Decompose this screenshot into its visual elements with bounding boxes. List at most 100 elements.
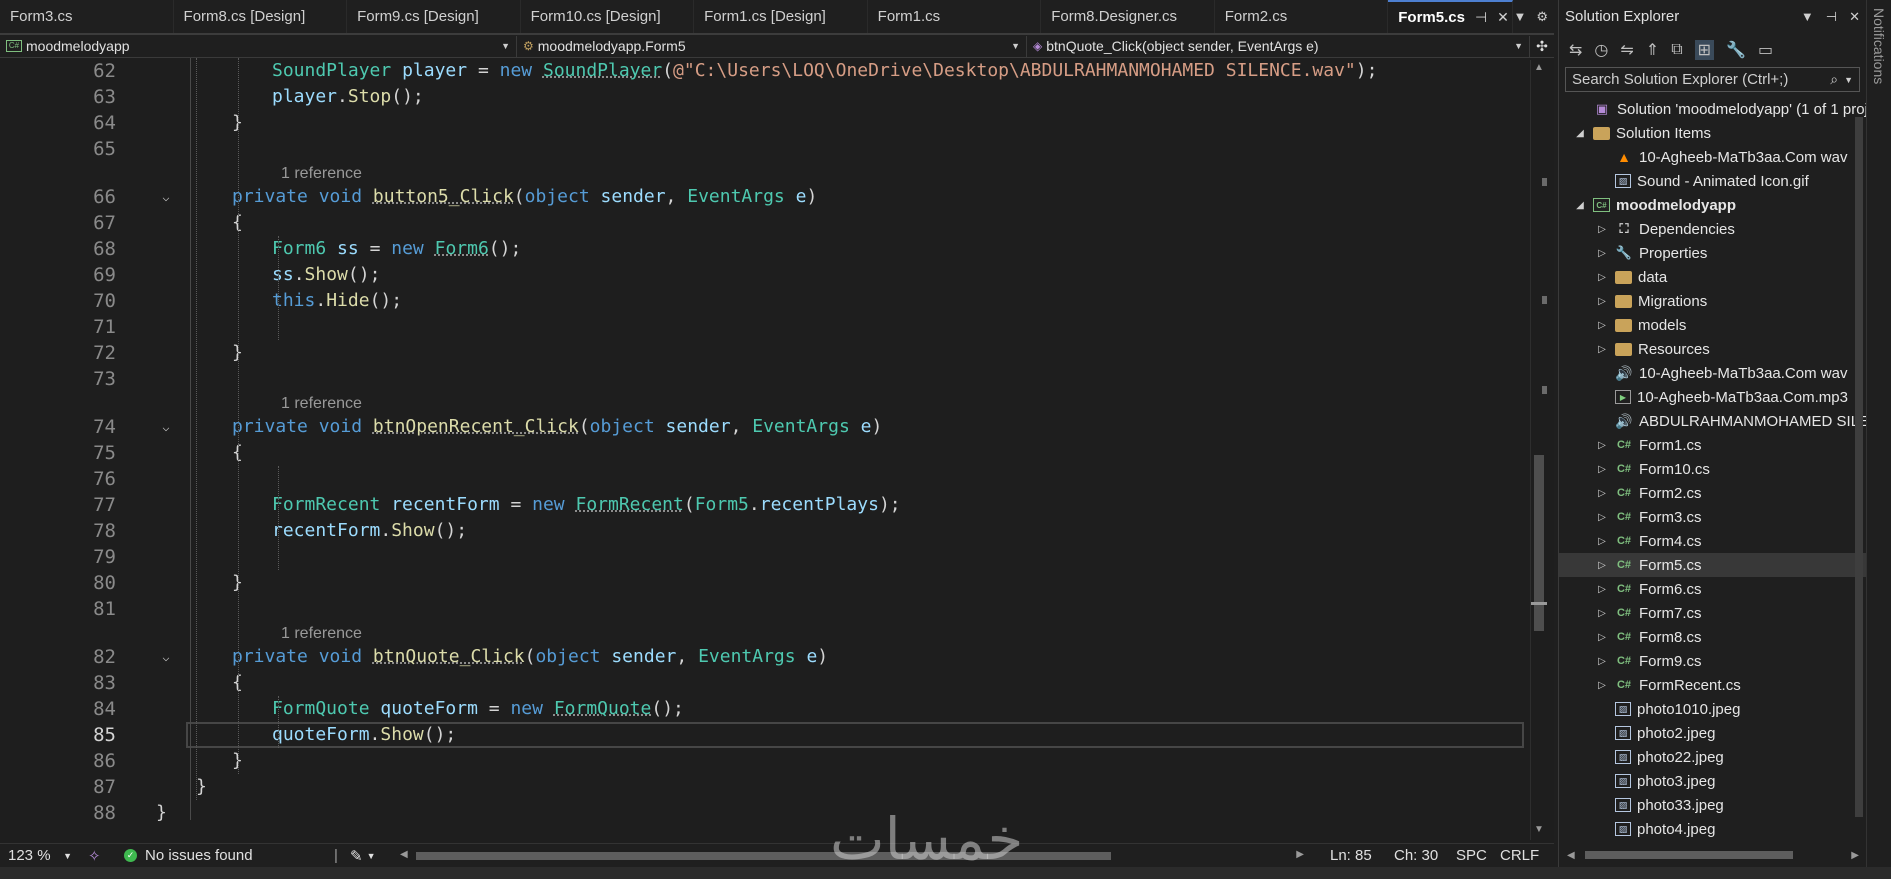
solution-explorer-vertical-scrollbar[interactable] bbox=[1851, 97, 1867, 839]
tab-form1-cs-design[interactable]: Form1.cs [Design] bbox=[694, 0, 868, 33]
tree-item-solution-moodmelodyapp-1-of-1-project[interactable]: ▣ Solution 'moodmelodyapp' (1 of 1 projec… bbox=[1559, 97, 1867, 121]
copilot-button[interactable]: ✧ bbox=[80, 847, 116, 865]
scroll-left-icon[interactable]: ◀ bbox=[400, 849, 408, 860]
collapsed-arrow-icon[interactable]: ▷ bbox=[1595, 656, 1609, 667]
close-icon[interactable]: ✕ bbox=[1497, 9, 1509, 26]
class-combo[interactable]: ⚙ moodmelodyapp.Form5 ▼ bbox=[517, 35, 1027, 57]
split-editor-button[interactable]: ✣ bbox=[1530, 36, 1554, 57]
tree-item-photo22-jpeg[interactable]: ▨ photo22.jpeg bbox=[1559, 745, 1867, 769]
collapse-all-icon[interactable]: ⇑ bbox=[1646, 40, 1659, 60]
tree-item-10-agheeb-matb3aa-com-mp3[interactable]: ▶ 10-Agheeb-MaTb3aa.Com.mp3 bbox=[1559, 385, 1867, 409]
whitespace-indicator[interactable]: SPC bbox=[1448, 847, 1492, 864]
scroll-left-icon[interactable]: ◀ bbox=[1567, 850, 1575, 861]
show-all-files-icon[interactable]: ⧉ bbox=[1671, 41, 1682, 59]
expanded-arrow-icon[interactable]: ◢ bbox=[1573, 128, 1587, 139]
line-ending-indicator[interactable]: CRLF bbox=[1492, 847, 1544, 864]
tree-item-dependencies[interactable]: ▷ ⛶ Dependencies bbox=[1559, 217, 1867, 241]
tab-form10-cs-design[interactable]: Form10.cs [Design] bbox=[521, 0, 695, 33]
tree-item-form3-cs[interactable]: ▷ C# Form3.cs bbox=[1559, 505, 1867, 529]
tree-item-resources[interactable]: ▷ Resources bbox=[1559, 337, 1867, 361]
tree-item-10-agheeb-matb3aa-com-wav[interactable]: 🔊 10-Agheeb-MaTb3aa.Com wav bbox=[1559, 361, 1867, 385]
scroll-right-icon[interactable]: ▶ bbox=[1851, 850, 1859, 861]
tree-item-form7-cs[interactable]: ▷ C# Form7.cs bbox=[1559, 601, 1867, 625]
scroll-down-icon[interactable]: ▼ bbox=[1534, 824, 1544, 835]
solution-explorer-vertical-scroll-thumb[interactable] bbox=[1855, 117, 1863, 817]
tree-item-photo4-jpeg[interactable]: ▨ photo4.jpeg bbox=[1559, 817, 1867, 839]
tree-item-form8-cs[interactable]: ▷ C# Form8.cs bbox=[1559, 625, 1867, 649]
tree-item-form1-cs[interactable]: ▷ C# Form1.cs bbox=[1559, 433, 1867, 457]
collapsed-arrow-icon[interactable]: ▷ bbox=[1595, 224, 1609, 235]
code-text-area[interactable]: 62 SoundPlayer player = new SoundPlayer(@… bbox=[0, 58, 1538, 839]
tab-form2-cs[interactable]: Form2.cs bbox=[1215, 0, 1389, 33]
filter-icon[interactable]: ⊞ bbox=[1694, 40, 1715, 60]
tree-item-form2-cs[interactable]: ▷ C# Form2.cs bbox=[1559, 481, 1867, 505]
fold-toggle-icon[interactable]: ⌵ bbox=[158, 644, 174, 670]
editor-vertical-scrollbar[interactable]: ▲ ▼ bbox=[1530, 60, 1547, 840]
collapsed-arrow-icon[interactable]: ▷ bbox=[1595, 584, 1609, 595]
solution-explorer-horizontal-scroll-thumb[interactable] bbox=[1584, 851, 1793, 859]
tree-item-moodmelodyapp[interactable]: ◢ C# moodmelodyapp bbox=[1559, 193, 1867, 217]
issues-indicator[interactable]: ✓ No issues found bbox=[116, 847, 326, 864]
history-icon[interactable]: ◷ bbox=[1594, 40, 1608, 60]
pin-icon[interactable]: ⊣ bbox=[1475, 9, 1487, 26]
tab-form3-cs[interactable]: Form3.cs bbox=[0, 0, 174, 33]
properties-wrench-icon[interactable]: 🔧 bbox=[1726, 40, 1746, 60]
collapsed-arrow-icon[interactable]: ▷ bbox=[1595, 632, 1609, 643]
collapsed-arrow-icon[interactable]: ▷ bbox=[1595, 608, 1609, 619]
tree-item-photo33-jpeg[interactable]: ▨ photo33.jpeg bbox=[1559, 793, 1867, 817]
column-indicator[interactable]: Ch: 30 bbox=[1386, 847, 1448, 864]
tree-item-photo3-jpeg[interactable]: ▨ photo3.jpeg bbox=[1559, 769, 1867, 793]
code-lens-references[interactable]: 1 reference bbox=[281, 394, 362, 414]
tab-form9-cs-design[interactable]: Form9.cs [Design] bbox=[347, 0, 521, 33]
tree-item-properties[interactable]: ▷ 🔧 Properties bbox=[1559, 241, 1867, 265]
collapsed-arrow-icon[interactable]: ▷ bbox=[1595, 296, 1609, 307]
line-indicator[interactable]: Ln: 85 bbox=[1322, 847, 1386, 864]
tree-item-models[interactable]: ▷ models bbox=[1559, 313, 1867, 337]
tree-item-form9-cs[interactable]: ▷ C# Form9.cs bbox=[1559, 649, 1867, 673]
tree-item-sound-animated-icon-gif[interactable]: ▨ Sound - Animated Icon.gif bbox=[1559, 169, 1867, 193]
collapsed-arrow-icon[interactable]: ▷ bbox=[1595, 464, 1609, 475]
solution-explorer-horizontal-scrollbar[interactable]: ◀ ▶ bbox=[1559, 843, 1867, 867]
switch-views-icon[interactable]: ⇆ bbox=[1569, 40, 1582, 60]
tree-item-data[interactable]: ▷ data bbox=[1559, 265, 1867, 289]
collapsed-arrow-icon[interactable]: ▷ bbox=[1595, 560, 1609, 571]
code-lens-references[interactable]: 1 reference bbox=[281, 164, 362, 184]
pin-icon[interactable]: ⊣ bbox=[1826, 9, 1837, 25]
preview-icon[interactable]: ▭ bbox=[1758, 40, 1773, 60]
window-position-dropdown-icon[interactable]: ▼ bbox=[1801, 9, 1814, 25]
tab-overflow-icon[interactable]: ▼ bbox=[1513, 9, 1526, 24]
tree-item-form10-cs[interactable]: ▷ C# Form10.cs bbox=[1559, 457, 1867, 481]
tree-item-form4-cs[interactable]: ▷ C# Form4.cs bbox=[1559, 529, 1867, 553]
fold-toggle-icon[interactable]: ⌵ bbox=[158, 184, 174, 210]
sync-icon[interactable]: ⇋ bbox=[1620, 40, 1633, 60]
tree-item-form5-cs[interactable]: ▷ C# Form5.cs bbox=[1559, 553, 1867, 577]
tree-item-formrecent-cs[interactable]: ▷ C# FormRecent.cs bbox=[1559, 673, 1867, 697]
tab-form1-cs[interactable]: Form1.cs bbox=[868, 0, 1042, 33]
collapsed-arrow-icon[interactable]: ▷ bbox=[1595, 248, 1609, 259]
expanded-arrow-icon[interactable]: ◢ bbox=[1573, 200, 1587, 211]
notifications-rail[interactable]: Notifications bbox=[1866, 0, 1891, 867]
member-combo[interactable]: ◈ btnQuote_Click(object sender, EventArg… bbox=[1027, 35, 1530, 57]
zoom-combo[interactable]: 123 % ▼ bbox=[0, 847, 80, 864]
project-combo[interactable]: C# moodmelodyapp ▼ bbox=[0, 35, 517, 57]
gear-icon[interactable]: ⚙ bbox=[1536, 9, 1548, 25]
tree-item-photo1010-jpeg[interactable]: ▨ photo1010.jpeg bbox=[1559, 697, 1867, 721]
tree-item-10-agheeb-matb3aa-com-wav[interactable]: ▲ 10-Agheeb-MaTb3aa.Com wav bbox=[1559, 145, 1867, 169]
tree-item-form6-cs[interactable]: ▷ C# Form6.cs bbox=[1559, 577, 1867, 601]
tree-item-abdulrahmanmohamed-silence-wav[interactable]: 🔊 ABDULRAHMANMOHAMED SILENCE.wav bbox=[1559, 409, 1867, 433]
collapsed-arrow-icon[interactable]: ▷ bbox=[1595, 344, 1609, 355]
collapsed-arrow-icon[interactable]: ▷ bbox=[1595, 272, 1609, 283]
close-icon[interactable]: ✕ bbox=[1849, 9, 1860, 25]
scroll-up-icon[interactable]: ▲ bbox=[1534, 62, 1544, 73]
collapsed-arrow-icon[interactable]: ▷ bbox=[1595, 512, 1609, 523]
collapsed-arrow-icon[interactable]: ▷ bbox=[1595, 440, 1609, 451]
tree-item-migrations[interactable]: ▷ Migrations bbox=[1559, 289, 1867, 313]
tab-form5-cs[interactable]: Form5.cs ⊣ ✕ bbox=[1388, 0, 1514, 33]
tab-form8-cs-design[interactable]: Form8.cs [Design] bbox=[174, 0, 348, 33]
solution-explorer-search-input[interactable]: Search Solution Explorer (Ctrl+;) ⌕ ▼ bbox=[1565, 67, 1860, 92]
tab-form8-designer-cs[interactable]: Form8.Designer.cs bbox=[1041, 0, 1215, 33]
tree-item-solution-items[interactable]: ◢ Solution Items bbox=[1559, 121, 1867, 145]
collapsed-arrow-icon[interactable]: ▷ bbox=[1595, 680, 1609, 691]
scroll-right-icon[interactable]: ▶ bbox=[1296, 849, 1304, 860]
tree-item-photo2-jpeg[interactable]: ▨ photo2.jpeg bbox=[1559, 721, 1867, 745]
